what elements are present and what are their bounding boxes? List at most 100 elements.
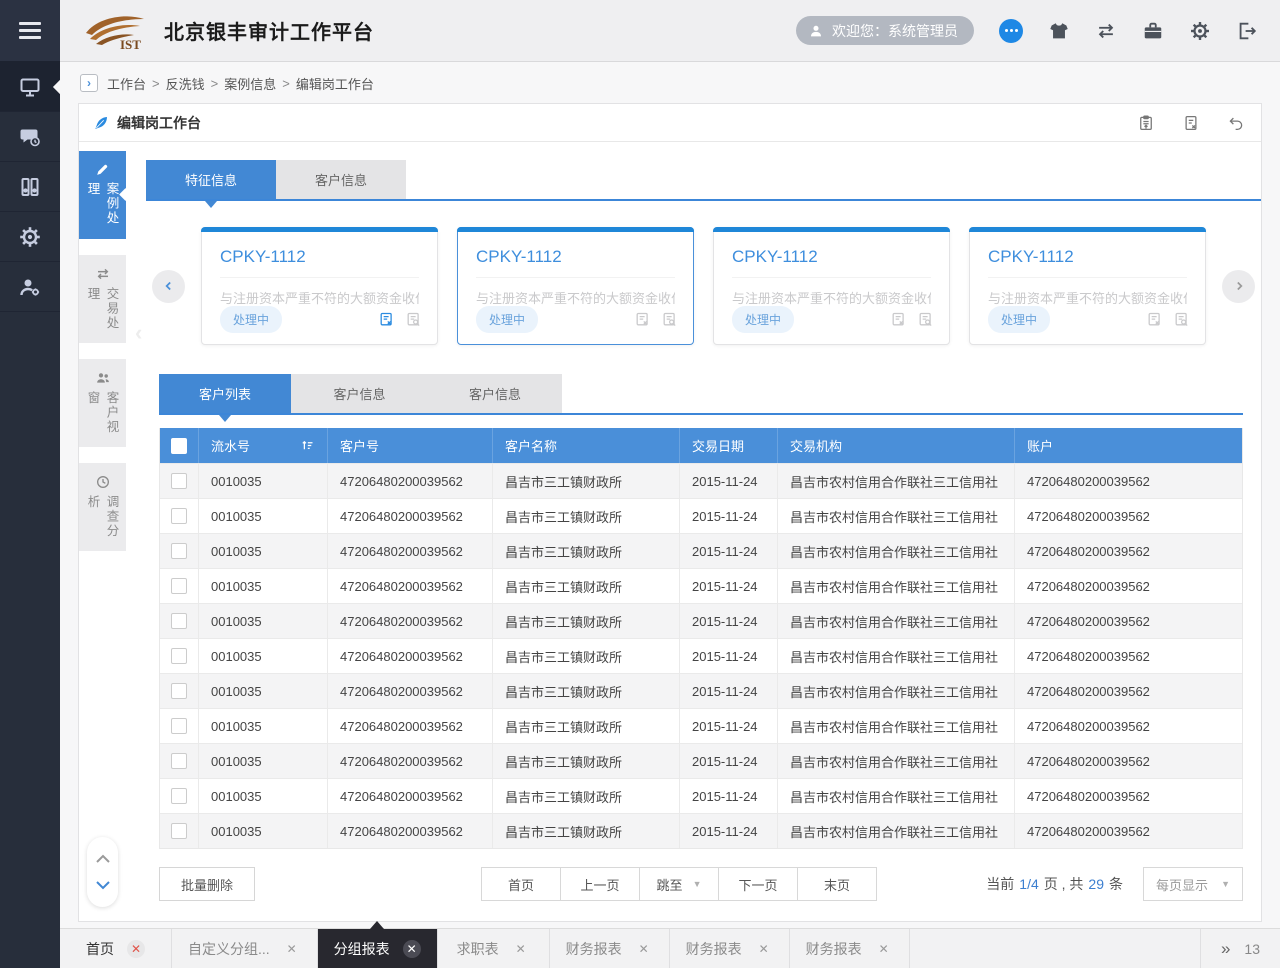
user-welcome-pill[interactable]: 欢迎您：系统管理员: [796, 16, 974, 45]
taskbar-tab[interactable]: 财务报表 ✕: [670, 929, 790, 968]
close-icon[interactable]: ✕: [512, 940, 530, 958]
row-checkbox[interactable]: [171, 648, 187, 664]
taskbar-tab[interactable]: 分组报表 ✕: [318, 929, 438, 968]
carousel-next-icon[interactable]: [1222, 270, 1255, 303]
row-checkbox[interactable]: [171, 543, 187, 559]
table-row[interactable]: 0010035 47206480200039562 昌吉市三工镇财政所 2015…: [160, 638, 1242, 673]
carousel-prev-icon[interactable]: [152, 270, 185, 303]
vtab-case-processing[interactable]: 案例处理: [79, 151, 126, 239]
table-row[interactable]: 0010035 47206480200039562 昌吉市三工镇财政所 2015…: [160, 498, 1242, 533]
row-checkbox[interactable]: [171, 788, 187, 804]
taskbar-tab-label: 自定义分组...: [188, 939, 270, 959]
welcome-text: 欢迎您：系统管理员: [832, 21, 958, 41]
case-card[interactable]: CPKY-1112 与注册资本严重不符的大额资金收付 处理中: [201, 227, 438, 345]
doc-search-icon[interactable]: [405, 311, 422, 328]
taskbar-tab[interactable]: 求职表 ✕: [438, 929, 550, 968]
table-row[interactable]: 0010035 47206480200039562 昌吉市三工镇财政所 2015…: [160, 743, 1242, 778]
doc-remove-icon[interactable]: [1146, 311, 1163, 328]
taskbar-tab[interactable]: 首页 ✕: [60, 929, 172, 968]
doc-search-icon[interactable]: [1173, 311, 1190, 328]
taskbar-tab[interactable]: 自定义分组... ✕: [172, 929, 318, 968]
table-row[interactable]: 0010035 47206480200039562 昌吉市三工镇财政所 2015…: [160, 568, 1242, 603]
breadcrumb-row: › 工作台 > 反洗钱 > 案例信息 > 编辑岗工作台: [60, 63, 1280, 103]
swap-icon[interactable]: [1095, 20, 1117, 42]
sidebar-item-archive[interactable]: [0, 162, 60, 212]
doc-remove-icon[interactable]: [890, 311, 907, 328]
table-row[interactable]: 0010035 47206480200039562 昌吉市三工镇财政所 2015…: [160, 533, 1242, 568]
row-checkbox[interactable]: [171, 718, 187, 734]
tab-customer-info-1[interactable]: 客户信息: [291, 374, 428, 413]
close-icon[interactable]: ✕: [403, 940, 421, 958]
taskbar-tab[interactable]: 财务报表 ✕: [550, 929, 670, 968]
close-icon[interactable]: ✕: [755, 940, 773, 958]
case-card[interactable]: CPKY-1112 与注册资本严重不符的大额资金收付 处理中: [969, 227, 1206, 345]
breadcrumb-item[interactable]: 工作台: [107, 74, 146, 93]
sidebar-item-user-admin[interactable]: [0, 262, 60, 312]
row-checkbox[interactable]: [171, 578, 187, 594]
panel-title-bar: 编辑岗工作台: [79, 104, 1261, 142]
sidebar-item-workbench[interactable]: [0, 62, 60, 112]
swap-icon: [95, 266, 111, 282]
doc-remove-icon[interactable]: [634, 311, 651, 328]
briefcase-icon[interactable]: [1142, 20, 1164, 42]
breadcrumb-toggle-icon[interactable]: ›: [80, 74, 98, 92]
first-page-button[interactable]: 首页: [481, 867, 561, 901]
cell-trade-org: 昌吉市农村信用合作联社三工信用社: [777, 639, 1014, 673]
logout-icon[interactable]: [1236, 20, 1258, 42]
close-icon[interactable]: ✕: [283, 940, 301, 958]
per-page-select[interactable]: 每页显示 ▼: [1143, 867, 1243, 901]
table-row[interactable]: 0010035 47206480200039562 昌吉市三工镇财政所 2015…: [160, 603, 1242, 638]
cell-trade-org: 昌吉市农村信用合作联社三工信用社: [777, 814, 1014, 848]
row-checkbox[interactable]: [171, 823, 187, 839]
close-icon[interactable]: ✕: [875, 940, 893, 958]
theme-shirt-icon[interactable]: [1048, 20, 1070, 42]
table-row[interactable]: 0010035 47206480200039562 昌吉市三工镇财政所 2015…: [160, 463, 1242, 498]
breadcrumb-item[interactable]: 案例信息: [224, 74, 276, 93]
next-page-button[interactable]: 下一页: [718, 867, 798, 901]
tab-customer-info[interactable]: 客户信息: [276, 160, 406, 199]
breadcrumb-item[interactable]: 反洗钱: [166, 74, 205, 93]
more-tabs-icon[interactable]: »: [1221, 939, 1230, 959]
clipboard-export-icon[interactable]: [1137, 114, 1155, 132]
doc-remove-icon[interactable]: [378, 311, 395, 328]
table-row[interactable]: 0010035 47206480200039562 昌吉市三工镇财政所 2015…: [160, 778, 1242, 813]
prev-page-button[interactable]: 上一页: [560, 867, 640, 901]
sidebar-item-messages[interactable]: [0, 112, 60, 162]
jump-page-select[interactable]: 跳至▼: [639, 867, 719, 901]
close-icon[interactable]: ✕: [127, 940, 145, 958]
table-row[interactable]: 0010035 47206480200039562 昌吉市三工镇财政所 2015…: [160, 673, 1242, 708]
tab-customer-list[interactable]: 客户列表: [159, 374, 291, 413]
scroll-down-icon[interactable]: [95, 880, 111, 890]
menu-hamburger-icon[interactable]: [0, 0, 60, 62]
batch-delete-button[interactable]: 批量删除: [159, 867, 255, 901]
undo-icon[interactable]: [1227, 114, 1245, 132]
row-checkbox[interactable]: [171, 473, 187, 489]
tab-feature-info[interactable]: 特征信息: [146, 160, 276, 199]
vtab-investigation-analysis[interactable]: 调查分析: [79, 463, 126, 551]
doc-search-icon[interactable]: [661, 311, 678, 328]
message-icon[interactable]: [999, 19, 1023, 43]
settings-gear-icon[interactable]: [1189, 20, 1211, 42]
case-card[interactable]: CPKY-1112 与注册资本严重不符的大额资金收付 处理中: [457, 227, 694, 345]
taskbar-tab[interactable]: 财务报表 ✕: [790, 929, 910, 968]
sort-icon[interactable]: [300, 438, 315, 453]
col-account: 账户: [1027, 436, 1053, 455]
close-icon[interactable]: ✕: [635, 940, 653, 958]
table-row[interactable]: 0010035 47206480200039562 昌吉市三工镇财政所 2015…: [160, 708, 1242, 743]
doc-search-icon[interactable]: [917, 311, 934, 328]
vtab-transaction-processing[interactable]: 交易处理: [79, 255, 126, 343]
row-checkbox[interactable]: [171, 613, 187, 629]
tab-customer-info-2[interactable]: 客户信息: [428, 374, 562, 413]
last-page-button[interactable]: 末页: [797, 867, 877, 901]
table-row[interactable]: 0010035 47206480200039562 昌吉市三工镇财政所 2015…: [160, 813, 1242, 848]
row-checkbox[interactable]: [171, 508, 187, 524]
sidebar-item-service[interactable]: [0, 212, 60, 262]
doc-remove-icon[interactable]: [1182, 114, 1200, 132]
case-card[interactable]: CPKY-1112 与注册资本严重不符的大额资金收付 处理中: [713, 227, 950, 345]
select-all-checkbox[interactable]: [171, 438, 187, 454]
breadcrumb-item[interactable]: 编辑岗工作台: [296, 74, 374, 93]
vtab-customer-view[interactable]: 客户视窗: [79, 359, 126, 447]
row-checkbox[interactable]: [171, 683, 187, 699]
row-checkbox[interactable]: [171, 753, 187, 769]
scroll-up-icon[interactable]: [95, 854, 111, 864]
